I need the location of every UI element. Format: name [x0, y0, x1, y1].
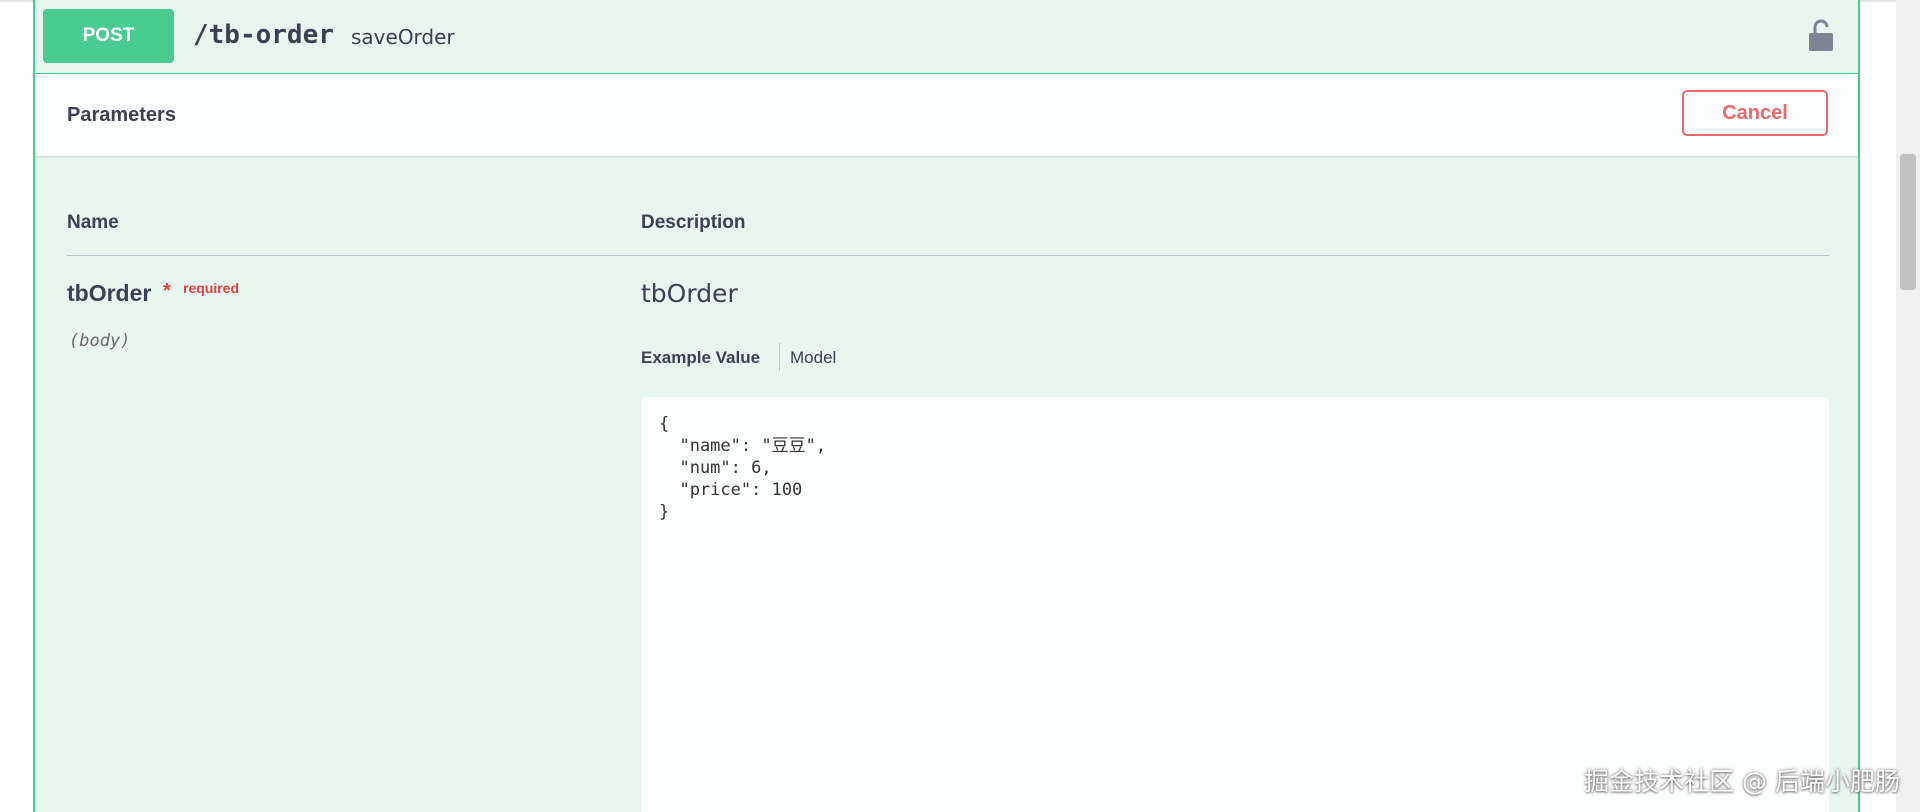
required-label: required — [183, 280, 240, 296]
operation-summary[interactable]: saveOrder — [351, 25, 455, 49]
column-header-description: Description — [641, 212, 746, 233]
tab-divider — [779, 343, 780, 371]
tab-example-value[interactable]: Example Value — [641, 348, 772, 368]
swagger-page: POST /tb-order saveOrder Parameters Canc… — [0, 0, 1920, 812]
required-star: * — [163, 280, 171, 302]
watermark: 掘金技术社区 @ 后端小肥肠 — [1584, 767, 1900, 796]
tab-model[interactable]: Model — [790, 348, 836, 368]
example-value-box[interactable]: { "name": "豆豆", "num": 6, "price": 100 } — [641, 397, 1829, 812]
opblock-post: POST /tb-order saveOrder Parameters Canc… — [33, 0, 1860, 812]
parameters-header: Parameters Cancel — [35, 74, 1858, 156]
header-divider — [67, 255, 1829, 256]
parameter-description: tbOrder — [641, 279, 738, 308]
vertical-scrollbar[interactable] — [1896, 0, 1920, 812]
parameter-name: tbOrder — [67, 280, 152, 306]
parameter-in: (body) — [69, 331, 131, 351]
cancel-button[interactable]: Cancel — [1682, 90, 1828, 136]
method-badge[interactable]: POST — [43, 9, 174, 63]
column-header-name: Name — [67, 212, 119, 233]
opblock-summary[interactable]: POST /tb-order saveOrder — [35, 0, 1858, 74]
lock-open-icon[interactable] — [1808, 18, 1834, 52]
scrollbar-thumb[interactable] — [1900, 154, 1916, 290]
parameters-title: Parameters — [67, 104, 176, 126]
example-json[interactable]: { "name": "豆豆", "num": 6, "price": 100 } — [659, 413, 1811, 523]
operation-path[interactable]: /tb-order — [193, 20, 334, 50]
